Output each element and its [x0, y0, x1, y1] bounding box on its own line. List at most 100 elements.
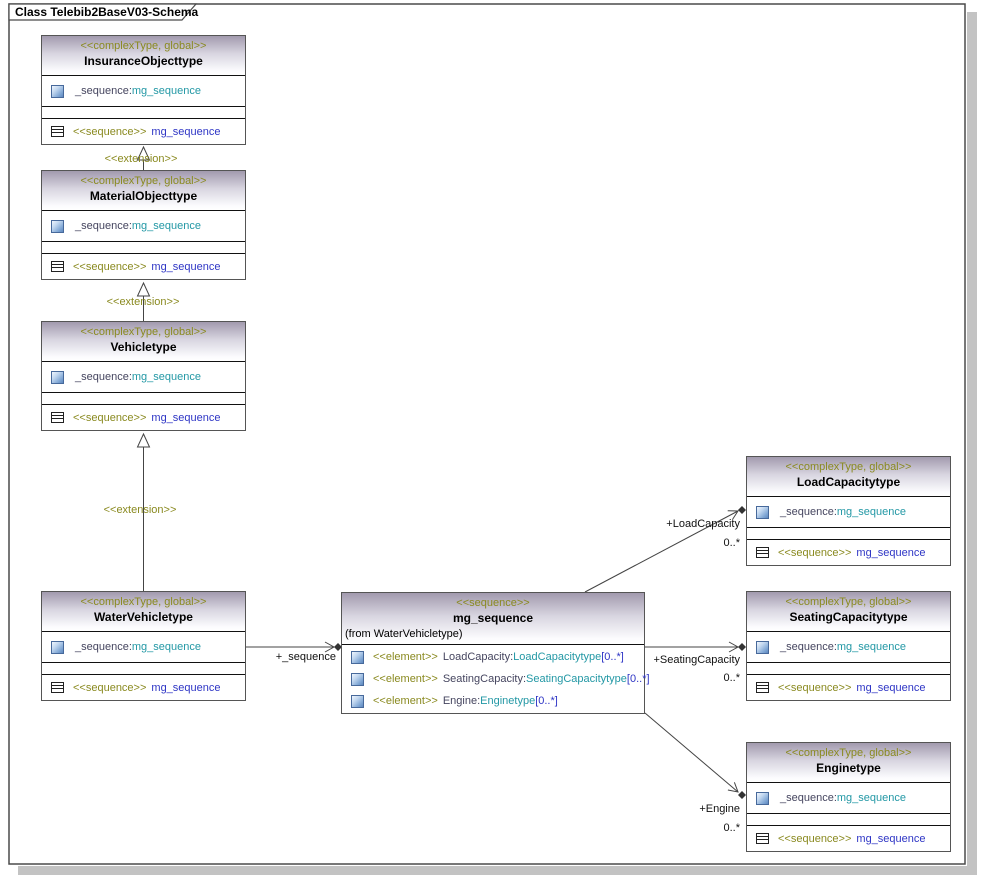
attribute-icon — [756, 792, 769, 805]
role-label: +SeatingCapacity — [653, 654, 740, 666]
attribute-type: mg_sequence — [132, 371, 201, 383]
class-header: <<complexType, global>> Enginetype — [747, 743, 950, 783]
element-name: Engine: — [443, 695, 480, 707]
class-name: WaterVehicletype — [42, 609, 245, 626]
empty-compartment — [747, 528, 950, 540]
class-box-seatingcapacitytype[interactable]: <<complexType, global>> SeatingCapacityt… — [746, 591, 951, 701]
operation-stereotype: <<sequence>> — [73, 261, 146, 273]
operations-icon — [756, 833, 769, 844]
class-box-vehicletype[interactable]: <<complexType, global>> Vehicletype _seq… — [41, 321, 246, 431]
element-name: SeatingCapacity: — [443, 673, 526, 685]
class-box-mg-sequence[interactable]: <<sequence>> mg_sequence (from WaterVehi… — [341, 592, 645, 714]
attribute-icon — [51, 85, 64, 98]
operation-stereotype: <<sequence>> — [778, 682, 851, 694]
connector-extension-vehicle-material[interactable]: <<extension>> — [107, 283, 180, 321]
empty-compartment — [747, 814, 950, 826]
attribute-row: _sequence:mg_sequence — [42, 362, 245, 393]
element-compartment: <<element>>LoadCapacity:LoadCapacitytype… — [342, 645, 644, 713]
from-label: (from WaterVehicletype) — [342, 627, 644, 642]
connector-association-engine[interactable]: +Engine 0..* — [645, 713, 746, 834]
connector-extension-watervehicle-vehicle[interactable]: <<extension>> — [104, 434, 177, 591]
attribute-name: _sequence: — [75, 85, 132, 97]
attribute-name: _sequence: — [780, 792, 837, 804]
operation-stereotype: <<sequence>> — [778, 547, 851, 559]
stereotype-label: <<complexType, global>> — [42, 39, 245, 53]
attribute-type: mg_sequence — [132, 85, 201, 97]
attribute-name: _sequence: — [75, 220, 132, 232]
attribute-row: _sequence:mg_sequence — [42, 632, 245, 663]
attribute-icon — [756, 641, 769, 654]
class-box-materialobjecttype[interactable]: <<complexType, global>> MaterialObjectty… — [41, 170, 246, 280]
element-row: <<element>>LoadCapacity:LoadCapacitytype… — [342, 646, 644, 668]
operations-icon — [756, 547, 769, 558]
generalization-arrowhead-icon — [138, 434, 150, 447]
operation-stereotype: <<sequence>> — [73, 412, 146, 424]
attribute-name: _sequence: — [75, 641, 132, 653]
element-stereotype: <<element>> — [373, 673, 438, 685]
role-label: +_sequence — [276, 651, 336, 663]
operations-icon — [756, 682, 769, 693]
attribute-name: _sequence: — [75, 371, 132, 383]
containment-diamond-icon — [738, 791, 746, 799]
stereotype-label: <<complexType, global>> — [747, 460, 950, 474]
element-row: <<element>> SeatingCapacity:SeatingCapaci… — [342, 668, 644, 690]
stereotype-label: <<sequence>> — [342, 596, 644, 610]
association-line[interactable] — [585, 511, 738, 592]
empty-compartment — [42, 242, 245, 254]
operation-row: <<sequence>> mg_sequence — [42, 254, 245, 279]
element-stereotype: <<element>> — [373, 651, 438, 663]
element-type: SeatingCapacitytype — [526, 673, 627, 685]
operation-row: <<sequence>> mg_sequence — [747, 675, 950, 700]
connector-association-loadcapacity[interactable]: +LoadCapacity 0..* — [585, 506, 746, 592]
stereotype-label: <<complexType, global>> — [747, 595, 950, 609]
class-box-insuranceobjecttype[interactable]: <<complexType, global>> InsuranceObjectt… — [41, 35, 246, 145]
role-label: +LoadCapacity — [666, 518, 740, 530]
element-type: Enginetype — [480, 695, 535, 707]
attribute-row: _sequence:mg_sequence — [42, 76, 245, 107]
generalization-arrowhead-icon — [138, 283, 150, 296]
operation-name: mg_sequence — [856, 682, 925, 694]
element-multiplicity: [0..*] — [535, 695, 558, 707]
extension-label: <<extension>> — [105, 153, 178, 165]
element-icon — [351, 673, 364, 686]
attribute-row: _sequence:mg_sequence — [747, 632, 950, 663]
attribute-row: _sequence:mg_sequence — [747, 783, 950, 814]
class-header: <<complexType, global>> InsuranceObjectt… — [42, 36, 245, 76]
connector-extension-material-insurance[interactable]: <<extension>> — [105, 147, 178, 170]
operation-row: <<sequence>>mg_sequence — [747, 540, 950, 565]
stereotype-label: <<complexType, global>> — [42, 325, 245, 339]
class-name: Vehicletype — [42, 339, 245, 356]
operation-stereotype: <<sequence>> — [778, 833, 851, 845]
attribute-icon — [51, 220, 64, 233]
class-box-loadcapacitytype[interactable]: <<complexType, global>> LoadCapacitytype… — [746, 456, 951, 566]
class-header: <<sequence>> mg_sequence (from WaterVehi… — [342, 593, 644, 645]
containment-diamond-icon — [738, 643, 746, 651]
operations-icon — [51, 126, 64, 137]
connector-association-sequence[interactable]: +_sequence — [246, 643, 342, 663]
frame-shadow-bottom — [18, 866, 977, 875]
empty-compartment — [42, 393, 245, 405]
element-row: <<element>>Engine:Enginetype[0..*] — [342, 690, 644, 712]
operation-stereotype: <<sequence>> — [73, 126, 146, 138]
attribute-type: mg_sequence — [837, 506, 906, 518]
connector-association-seatingcapacity[interactable]: +SeatingCapacity 0..* — [645, 643, 746, 684]
element-icon — [351, 651, 364, 664]
operation-name: mg_sequence — [151, 261, 220, 273]
class-box-enginetype[interactable]: <<complexType, global>> Enginetype _sequ… — [746, 742, 951, 852]
attribute-row: _sequence:mg_sequence — [42, 211, 245, 242]
operation-row: <<sequence>>mg_sequence — [42, 675, 245, 700]
multiplicity-label: 0..* — [723, 537, 740, 549]
empty-compartment — [42, 107, 245, 119]
element-multiplicity: [0..*] — [601, 651, 624, 663]
stereotype-label: <<complexType, global>> — [42, 595, 245, 609]
generalization-arrowhead-icon — [138, 147, 150, 160]
class-box-watervehicletype[interactable]: <<complexType, global>> WaterVehicletype… — [41, 591, 246, 701]
frame-shadow-right — [967, 12, 977, 875]
containment-diamond-icon — [738, 506, 746, 514]
attribute-name: _sequence: — [780, 641, 837, 653]
multiplicity-label: 0..* — [723, 672, 740, 684]
class-name: mg_sequence — [342, 610, 644, 627]
association-line[interactable] — [645, 713, 738, 792]
operation-name: mg_sequence — [151, 412, 220, 424]
operations-icon — [51, 412, 64, 423]
